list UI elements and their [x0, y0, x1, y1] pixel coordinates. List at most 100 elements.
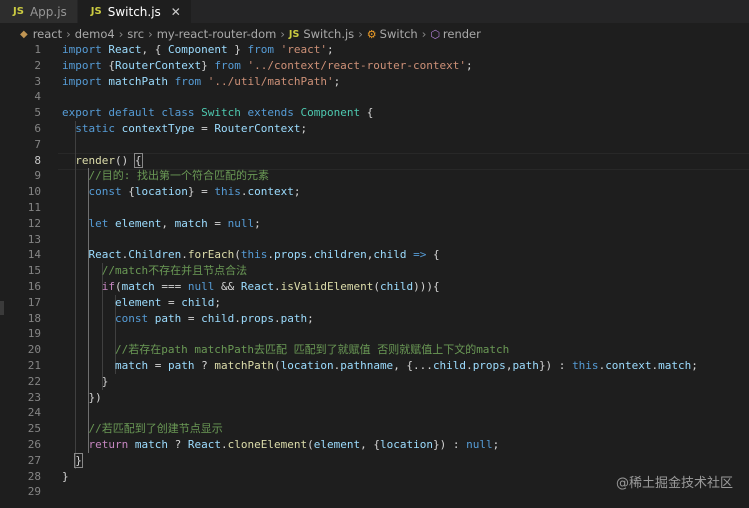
code-token: = [207, 216, 228, 230]
code-token: 'react' [280, 43, 327, 56]
code-line[interactable]: 2 import {RouterContext} from '../context… [0, 58, 749, 74]
line-number: 6 [34, 122, 41, 135]
code-token: ; [326, 43, 334, 56]
code-token: ; [691, 359, 698, 372]
code-token: ; [466, 58, 473, 72]
code-line[interactable]: 23 }) [0, 390, 749, 406]
code-line[interactable]: 3 import matchPath from '../util/matchPat… [0, 74, 749, 90]
code-line[interactable]: 22 } [0, 374, 749, 390]
scroll-indicator [0, 301, 4, 315]
code-text: }) [62, 390, 102, 406]
code-text: //若匹配到了创建节点显示 [62, 421, 223, 437]
code-token: pathname [340, 359, 394, 372]
tab-app-js[interactable]: JS App.js [0, 0, 78, 23]
code-token: this [214, 185, 241, 199]
code-token: //若存在path matchPath去匹配 匹配到了就赋值 否则就赋值上下文的… [114, 343, 510, 357]
breadcrumb: ◆ react › demo4 › src › my-react-router-… [0, 24, 749, 44]
code-token: Component [168, 43, 228, 56]
code-text: element = child; [62, 295, 221, 311]
line-number: 17 [27, 295, 41, 309]
code-token: path [280, 311, 308, 325]
code-line[interactable]: 24 [0, 405, 749, 421]
code-line[interactable]: 17 element = child; [0, 295, 749, 311]
code-token: null [227, 216, 255, 230]
code-line[interactable]: 27 } [0, 452, 749, 469]
line-number: 24 [27, 406, 41, 420]
code-token: . [181, 248, 188, 262]
code-token: child [201, 311, 235, 325]
code-token: ( [115, 280, 122, 293]
code-text: //目的: 找出第一个符合匹配的元素 [62, 168, 270, 184]
code-text: import matchPath from '../util/matchPath… [62, 74, 340, 90]
code-line[interactable]: 5 export default class Switch extends Com… [0, 105, 749, 121]
code-line[interactable]: 25 //若匹配到了创建节点显示 [0, 421, 749, 437]
code-editor[interactable]: 1 import React, { Component } from 'react… [0, 42, 749, 508]
class-symbol-icon: ⚙ [366, 27, 377, 41]
code-text: const path = child.props.path; [62, 311, 314, 327]
js-file-icon: JS [90, 6, 102, 17]
code-token: = [181, 311, 202, 325]
code-token: React [108, 43, 142, 56]
code-token: } [62, 469, 69, 483]
code-token: contextType [121, 122, 195, 135]
code-token: matchPath [214, 359, 274, 372]
code-line[interactable]: 14 React.Children.forEach(this.props.chi… [0, 247, 749, 263]
breadcrumb-item[interactable]: Switch.js [303, 27, 354, 41]
code-token: '../context/react-router-context' [247, 58, 467, 72]
code-line[interactable]: 12 let element, match = null; [0, 216, 749, 232]
code-token: === [154, 280, 188, 293]
code-line[interactable]: 10 const {location} = this.context; [0, 184, 749, 200]
code-line[interactable]: 26 return match ? React.cloneElement(ele… [0, 437, 749, 453]
code-token: ( [234, 248, 241, 262]
breadcrumb-item[interactable]: my-react-router-dom [157, 27, 277, 41]
line-number: 28 [27, 469, 41, 483]
code-token: forEach [187, 248, 235, 262]
breadcrumb-item[interactable]: render [443, 27, 481, 41]
code-token: import [62, 74, 102, 88]
code-line[interactable]: 18 const path = child.props.path; [0, 311, 749, 327]
code-line[interactable]: 4 [0, 89, 749, 105]
code-token: React [187, 438, 221, 451]
code-line[interactable]: 21 match = path ? matchPath(location. pat… [0, 358, 749, 374]
code-token: Children [128, 248, 182, 262]
code-line[interactable]: 9 //目的: 找出第一个符合匹配的元素 [0, 168, 749, 184]
code-line[interactable]: 1 import React, { Component } from 'react… [0, 42, 749, 58]
breadcrumb-item[interactable]: demo4 [75, 27, 115, 41]
close-icon[interactable]: ✕ [171, 5, 181, 19]
code-token: match [658, 359, 692, 372]
code-token: = [194, 122, 215, 135]
folder-icon: ◆ [20, 28, 28, 40]
code-line[interactable]: 8 render() { [0, 152, 749, 169]
code-token: class [161, 106, 195, 120]
line-number: 23 [27, 390, 41, 404]
code-line[interactable]: 11 [0, 200, 749, 216]
code-token: ? [194, 359, 215, 372]
code-line[interactable]: 15 //match不存在并且节点合法 [0, 263, 749, 279]
code-line[interactable]: 13 [0, 232, 749, 248]
code-token: return [88, 438, 129, 451]
code-token: , [161, 216, 175, 230]
tab-switch-js[interactable]: JS Switch.js ✕ [77, 0, 192, 23]
code-token: }) [62, 390, 102, 404]
code-token: Switch [201, 106, 241, 120]
code-token: ( [373, 280, 380, 293]
code-token: location [379, 438, 433, 451]
breadcrumb-item[interactable]: Switch [380, 27, 418, 41]
code-line[interactable]: 19 [0, 326, 749, 342]
code-line[interactable]: 20 //若存在path matchPath去匹配 匹配到了就赋值 否则就赋值上… [0, 342, 749, 358]
chevron-right-icon: › [280, 27, 285, 41]
chevron-right-icon: › [358, 27, 363, 41]
breadcrumb-item[interactable]: react [33, 27, 62, 41]
code-line[interactable]: 16 if(match === null && React.isValidEle… [0, 279, 749, 295]
code-token: && [214, 280, 241, 293]
breadcrumb-item[interactable]: src [127, 27, 144, 41]
code-token: from [214, 58, 241, 72]
code-text: } [62, 469, 69, 485]
code-line[interactable]: 7 [0, 137, 749, 153]
code-line[interactable]: 6 static contextType = RouterContext; [0, 121, 749, 137]
